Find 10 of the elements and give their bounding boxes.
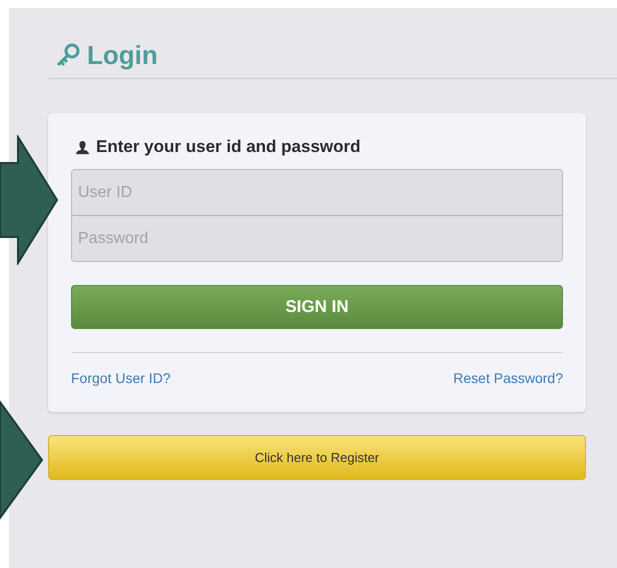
key-icon (55, 42, 81, 68)
page-title: Login (87, 40, 158, 70)
link[interactable]: Forgot User ID? (71, 370, 171, 386)
input-field[interactable]: User ID (72, 170, 562, 215)
form-heading: Enter your user id and password (96, 137, 361, 157)
sign-in-button[interactable]: SIGN IN (71, 285, 563, 329)
input-field[interactable]: Password (72, 215, 562, 261)
user-icon (75, 140, 90, 154)
register-button[interactable]: Click here to Register (48, 435, 586, 480)
link[interactable]: Reset Password? (453, 370, 563, 386)
